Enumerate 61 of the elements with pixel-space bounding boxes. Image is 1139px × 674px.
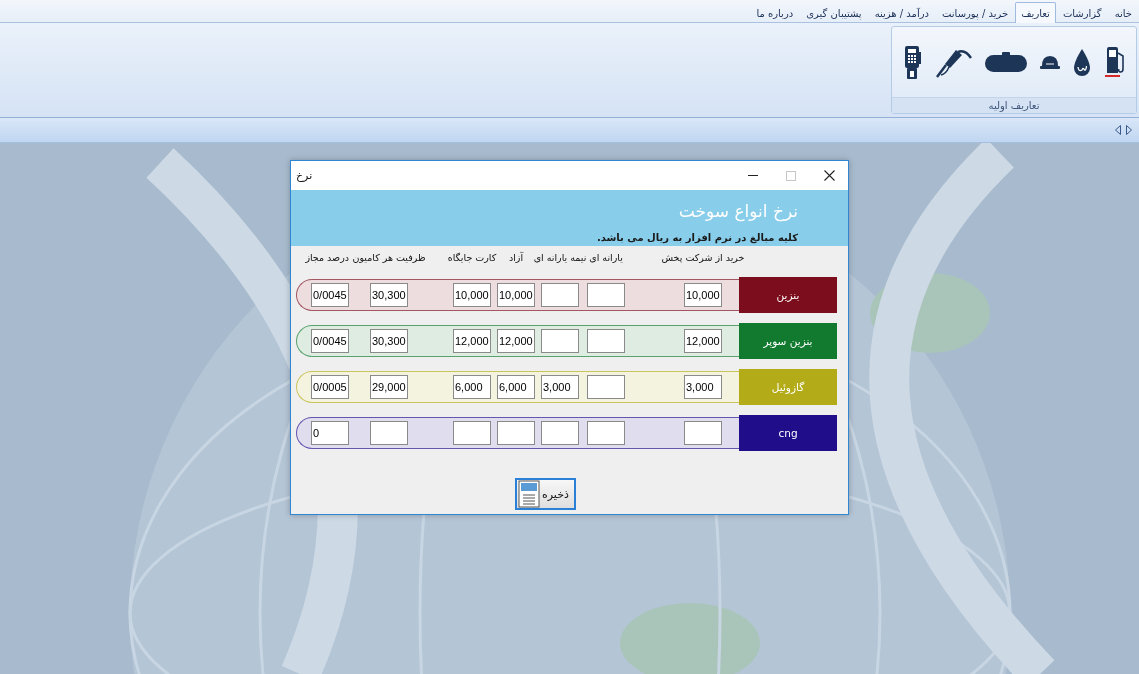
menu-tab[interactable]: تعاریف	[1015, 2, 1056, 23]
rate-field[interactable]: 3,000	[541, 375, 579, 399]
tank-icon[interactable]	[985, 52, 1027, 72]
rate-field[interactable]: 10,000	[453, 283, 491, 307]
rate-field[interactable]	[587, 421, 625, 445]
menu-tab[interactable]: خرید / پورسانت	[936, 2, 1015, 23]
column-header: درصد مجاز	[305, 251, 349, 265]
rate-field[interactable]: 0	[311, 421, 349, 445]
menu-tab[interactable]: پشتیبان گیری	[800, 2, 868, 23]
fuel-label: گازوئیل	[739, 369, 837, 405]
close-icon	[823, 170, 835, 181]
rate-field[interactable]: 10,000	[684, 283, 722, 307]
currency-note: کلیه مبالغ در نرم افزار به ریال می باشد.	[596, 231, 798, 245]
fuel-label: بنزین سوپر	[739, 323, 837, 359]
rate-field[interactable]	[370, 421, 408, 445]
rate-field[interactable]: 6,000	[497, 375, 535, 399]
rate-field[interactable]: 12,000	[684, 329, 722, 353]
rate-field[interactable]: 29,000	[370, 375, 408, 399]
column-header: خرید از شرکت پخش	[661, 251, 745, 265]
save-icon	[518, 480, 540, 508]
rate-field[interactable]: 10,000	[497, 283, 535, 307]
ribbon-group-label: تعاریف اولیه	[892, 97, 1136, 113]
helmet-icon[interactable]	[1040, 54, 1060, 70]
rate-field[interactable]: 0/0005	[311, 375, 349, 399]
dialog-heading: نرخ انواع سوخت	[678, 201, 798, 221]
menu-tab[interactable]: درآمد / هزینه	[868, 2, 935, 23]
rate-field[interactable]	[541, 329, 579, 353]
rate-field[interactable]	[541, 421, 579, 445]
scroll-left-icon[interactable]	[1115, 125, 1121, 135]
rate-field[interactable]: 3,000	[684, 375, 722, 399]
rate-field[interactable]: 30,300	[370, 329, 408, 353]
window-title: نرخ	[296, 169, 313, 182]
rate-field[interactable]: 30,300	[370, 283, 408, 307]
rate-field[interactable]	[541, 283, 579, 307]
menu-tab[interactable]: درباره ما	[750, 2, 800, 23]
rate-field[interactable]	[587, 283, 625, 307]
column-header: کارت جایگاه	[447, 251, 497, 265]
rate-field[interactable]: 0/0045	[311, 283, 349, 307]
rate-field[interactable]	[587, 329, 625, 353]
drop-icon[interactable]	[1073, 47, 1091, 77]
fuel-label: بنزین	[739, 277, 837, 313]
menu-tab[interactable]: گزارشات	[1056, 2, 1108, 23]
column-header: ظرفیت هر کامیون	[352, 251, 426, 265]
column-header: آزاد	[508, 251, 524, 265]
rate-field[interactable]	[453, 421, 491, 445]
rate-field[interactable]: 12,000	[453, 329, 491, 353]
menu-tab[interactable]: خانه	[1108, 2, 1138, 23]
rate-field[interactable]: 12,000	[497, 329, 535, 353]
column-header: نیمه یارانه ای	[533, 251, 587, 265]
rate-field[interactable]	[587, 375, 625, 399]
column-header: یارانه ای	[589, 251, 623, 265]
rate-field[interactable]: 6,000	[453, 375, 491, 399]
minimize-icon	[748, 175, 758, 176]
scroll-right-icon[interactable]	[1126, 125, 1132, 135]
save-button[interactable]: ذخیره	[515, 478, 576, 510]
rate-field[interactable]	[684, 421, 722, 445]
fuel-pump-icon[interactable]	[1104, 46, 1126, 78]
rate-field[interactable]: 0/0045	[311, 329, 349, 353]
card-terminal-icon[interactable]	[904, 45, 921, 79]
rate-field[interactable]	[497, 421, 535, 445]
fuel-label: cng	[739, 415, 837, 451]
